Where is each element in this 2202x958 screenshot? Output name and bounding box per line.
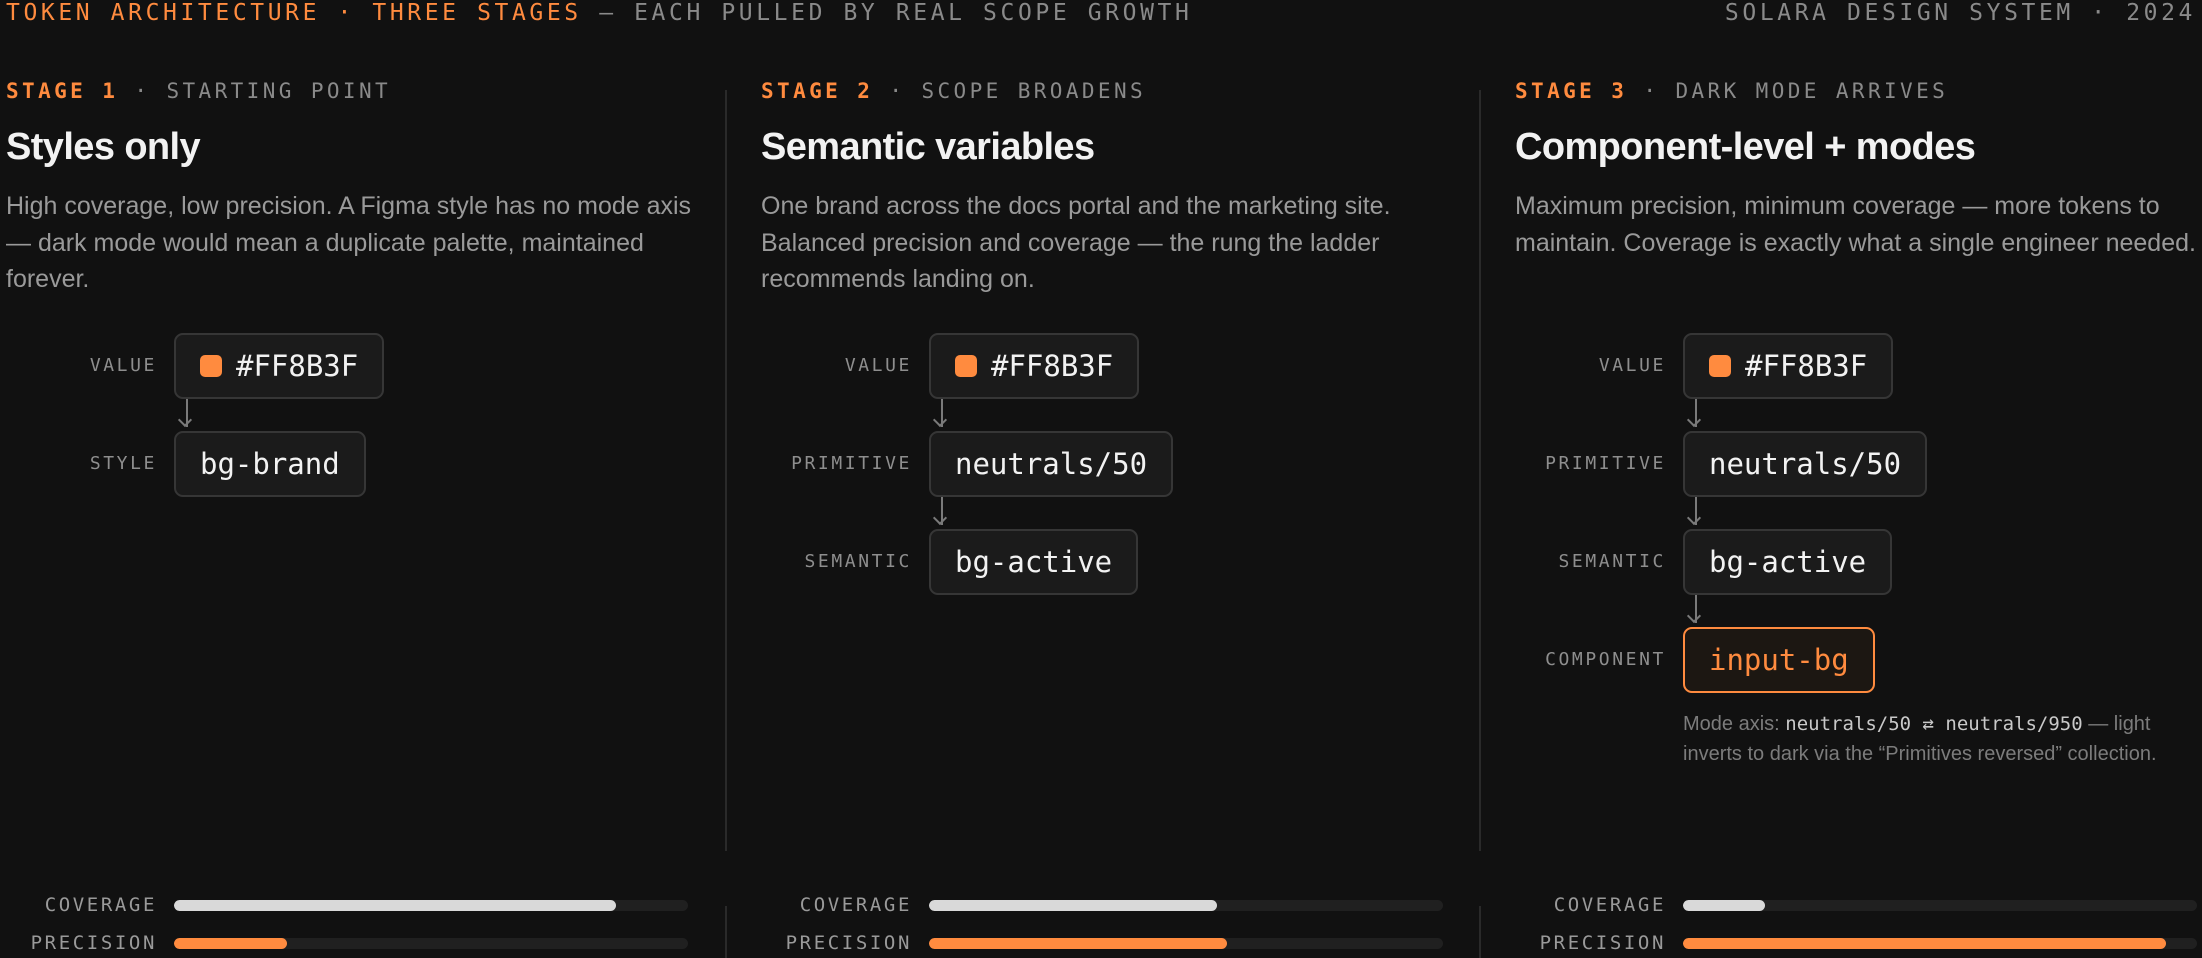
row-label: VALUE bbox=[89, 355, 157, 376]
value-chip: #FF8B3F bbox=[174, 333, 385, 399]
stage-description: High coverage, low precision. A Figma st… bbox=[6, 192, 692, 293]
stage-2-column: STAGE 2 · SCOPE BROADENS Semantic variab… bbox=[761, 0, 1451, 958]
token-row-component: COMPONENT input-bg bbox=[1515, 627, 2202, 693]
meter-label: PRECISION bbox=[1539, 932, 1666, 954]
row-label: PRIMITIVE bbox=[791, 453, 912, 474]
stage-title: Semantic variables bbox=[761, 126, 1095, 168]
coverage-fill bbox=[929, 900, 1217, 911]
meter-track bbox=[174, 900, 688, 911]
primitive-chip: neutrals/50 bbox=[929, 431, 1174, 497]
token-row-semantic: SEMANTIC bg-active bbox=[1515, 529, 2202, 595]
note-prefix: Mode axis: bbox=[1683, 713, 1786, 735]
row-label: SEMANTIC bbox=[804, 551, 912, 572]
token-row-semantic: SEMANTIC bg-active bbox=[761, 529, 1451, 595]
row-label: VALUE bbox=[844, 355, 912, 376]
mode-axis-note: Mode axis: neutrals/50 ⇄ neutrals/950 — … bbox=[1683, 710, 2183, 769]
arrow-down-icon bbox=[1686, 399, 1704, 431]
meter-track bbox=[929, 900, 1443, 911]
value-hex: #FF8B3F bbox=[236, 349, 359, 383]
precision-meter: PRECISION bbox=[6, 931, 696, 955]
meter-track bbox=[1683, 900, 2197, 911]
stage-eyebrow: STAGE 2 · SCOPE BROADENS bbox=[761, 79, 1146, 103]
coverage-meter: COVERAGE bbox=[6, 893, 696, 917]
stage-title: Styles only bbox=[6, 126, 201, 168]
arrow-down-icon bbox=[1686, 497, 1704, 529]
meter-label: PRECISION bbox=[785, 932, 912, 954]
token-row-value: VALUE #FF8B3F bbox=[761, 333, 1451, 399]
semantic-chip: bg-active bbox=[1683, 529, 1893, 595]
semantic-token: bg-active bbox=[1709, 545, 1867, 579]
stage-1-column: STAGE 1 · STARTING POINT Styles only Hig… bbox=[6, 0, 696, 958]
stage-number: STAGE 3 bbox=[1515, 79, 1628, 103]
meter-track bbox=[174, 938, 688, 949]
coverage-fill bbox=[1683, 900, 1766, 911]
color-swatch-icon bbox=[200, 355, 222, 377]
value-hex: #FF8B3F bbox=[1745, 349, 1868, 383]
primitive-token: neutrals/50 bbox=[1709, 447, 1902, 481]
column-divider bbox=[1479, 90, 1481, 851]
note-code: neutrals/50 ⇄ neutrals/950 bbox=[1785, 713, 2083, 735]
stage-description: One brand across the docs portal and the… bbox=[761, 192, 1391, 293]
coverage-meter: COVERAGE bbox=[1515, 893, 2202, 917]
precision-fill bbox=[929, 938, 1228, 949]
row-label: SEMANTIC bbox=[1558, 551, 1666, 572]
stage-subtitle: · STARTING POINT bbox=[118, 79, 392, 103]
arrow-down-icon bbox=[932, 399, 950, 431]
arrow-down-icon bbox=[1686, 595, 1704, 627]
component-token: input-bg bbox=[1709, 643, 1849, 677]
token-row-style: STYLE bg-brand bbox=[6, 431, 696, 497]
row-label: STYLE bbox=[89, 453, 157, 474]
stage-eyebrow: STAGE 1 · STARTING POINT bbox=[6, 79, 391, 103]
meter-label: COVERAGE bbox=[1553, 894, 1666, 916]
coverage-fill bbox=[174, 900, 617, 911]
primitive-chip: neutrals/50 bbox=[1683, 431, 1928, 497]
stage-subtitle: · SCOPE BROADENS bbox=[873, 79, 1147, 103]
meter-label: PRECISION bbox=[30, 932, 157, 954]
stage-3-column: STAGE 3 · DARK MODE ARRIVES Component-le… bbox=[1515, 0, 2202, 958]
row-label: COMPONENT bbox=[1545, 649, 1666, 670]
precision-meter: PRECISION bbox=[1515, 931, 2202, 955]
semantic-chip: bg-active bbox=[929, 529, 1139, 595]
stage-description: Maximum precision, minimum coverage — mo… bbox=[1515, 192, 2196, 257]
value-chip: #FF8B3F bbox=[1683, 333, 1894, 399]
semantic-token: bg-active bbox=[955, 545, 1113, 579]
column-divider bbox=[725, 90, 727, 851]
component-chip: input-bg bbox=[1683, 627, 1875, 693]
style-token: bg-brand bbox=[200, 447, 340, 481]
precision-fill bbox=[174, 938, 288, 949]
row-label: PRIMITIVE bbox=[1545, 453, 1666, 474]
column-divider bbox=[725, 906, 727, 958]
row-label: VALUE bbox=[1598, 355, 1666, 376]
stage-number: STAGE 1 bbox=[6, 79, 119, 103]
meter-label: COVERAGE bbox=[799, 894, 912, 916]
precision-fill bbox=[1683, 938, 2167, 949]
arrow-down-icon bbox=[932, 497, 950, 529]
value-hex: #FF8B3F bbox=[991, 349, 1114, 383]
stage-number: STAGE 2 bbox=[761, 79, 874, 103]
style-chip: bg-brand bbox=[174, 431, 366, 497]
arrow-down-icon bbox=[177, 399, 195, 431]
token-row-primitive: PRIMITIVE neutrals/50 bbox=[761, 431, 1451, 497]
meter-label: COVERAGE bbox=[44, 894, 157, 916]
stage-title: Component-level + modes bbox=[1515, 126, 1976, 168]
precision-meter: PRECISION bbox=[761, 931, 1451, 955]
token-row-value: VALUE #FF8B3F bbox=[6, 333, 696, 399]
primitive-token: neutrals/50 bbox=[955, 447, 1148, 481]
color-swatch-icon bbox=[955, 355, 977, 377]
stage-eyebrow: STAGE 3 · DARK MODE ARRIVES bbox=[1515, 79, 1948, 103]
meter-track bbox=[1683, 938, 2197, 949]
token-row-value: VALUE #FF8B3F bbox=[1515, 333, 2202, 399]
color-swatch-icon bbox=[1709, 355, 1731, 377]
stage-subtitle: · DARK MODE ARRIVES bbox=[1627, 79, 1949, 103]
meter-track bbox=[929, 938, 1443, 949]
column-divider bbox=[1479, 906, 1481, 958]
value-chip: #FF8B3F bbox=[929, 333, 1140, 399]
token-row-primitive: PRIMITIVE neutrals/50 bbox=[1515, 431, 2202, 497]
coverage-meter: COVERAGE bbox=[761, 893, 1451, 917]
